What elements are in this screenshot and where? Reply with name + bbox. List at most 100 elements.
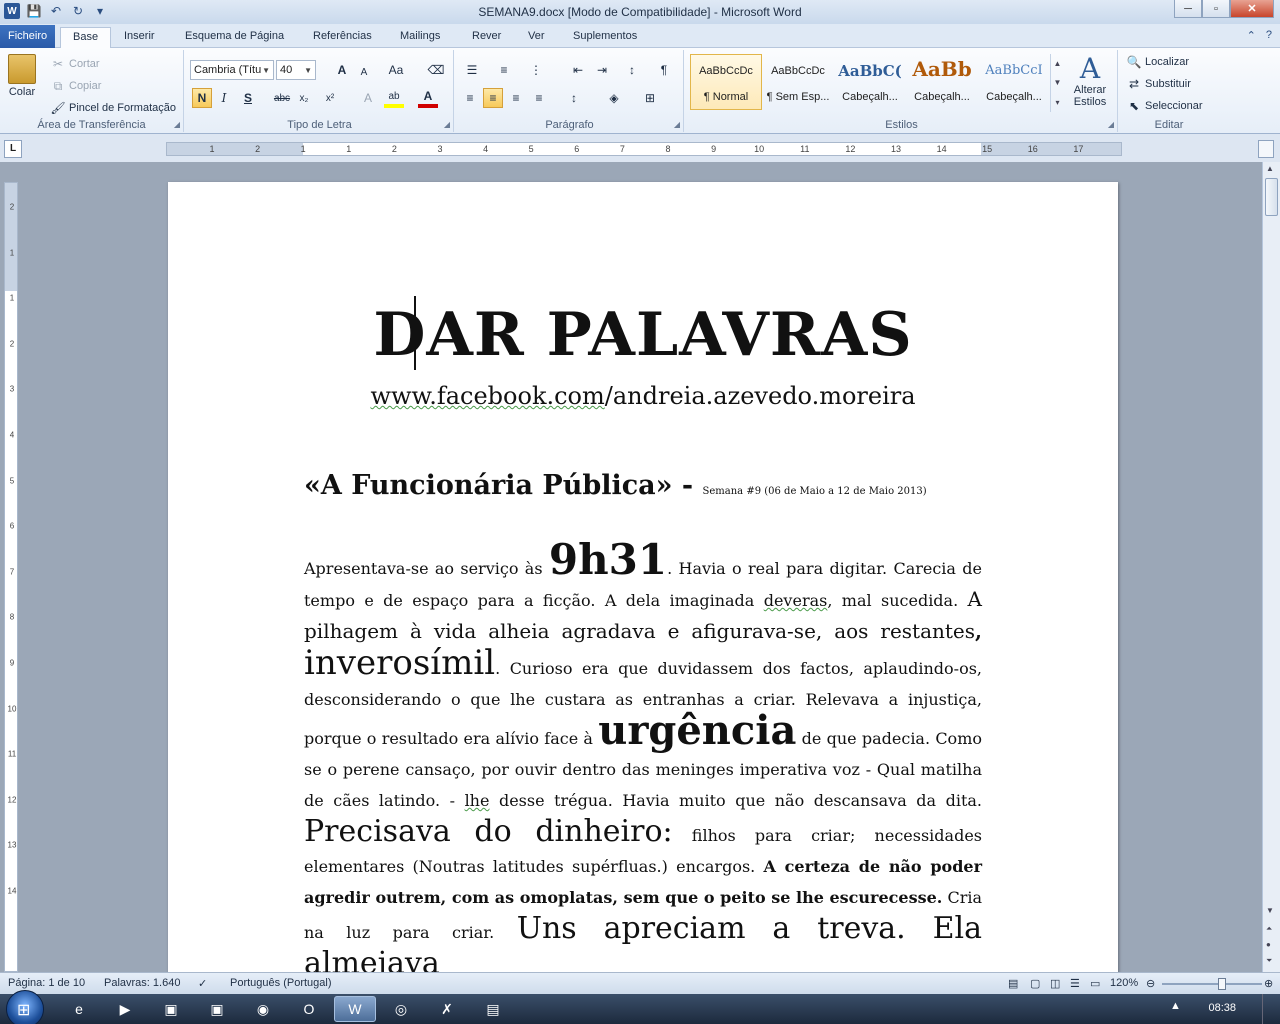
- tab-esquema[interactable]: Esquema de Página: [173, 27, 296, 48]
- horizontal-ruler[interactable]: 1 2 1 1 2 3 4 5 6 7 8 9 10 11 12 13 14 15 16 17: [166, 142, 1122, 156]
- tab-selector-button[interactable]: L: [4, 140, 22, 158]
- body-paragraph[interactable]: Apresentava-se ao serviço às 9h31. Havia…: [304, 539, 982, 973]
- tab-inserir[interactable]: Inserir: [112, 27, 167, 48]
- replace-button[interactable]: ⇄ Substituir: [1126, 76, 1191, 92]
- style-normal[interactable]: AaBbCcDc ¶ Normal: [690, 54, 762, 110]
- font-launcher-icon[interactable]: ◢: [444, 120, 450, 129]
- minimize-ribbon-icon[interactable]: ⌃: [1247, 29, 1256, 42]
- paste-button[interactable]: Colar: [8, 54, 36, 98]
- close-button[interactable]: ✕: [1230, 0, 1274, 18]
- copy-button[interactable]: ⧉ Copiar: [50, 78, 102, 94]
- pdf-editor-icon[interactable]: ▣: [196, 996, 238, 1022]
- bullets-icon[interactable]: ☰: [462, 60, 482, 80]
- cut-button[interactable]: ✂ Cortar: [50, 56, 100, 72]
- ie-icon[interactable]: e: [58, 996, 100, 1022]
- scroll-thumb[interactable]: [1265, 178, 1278, 216]
- change-styles-button[interactable]: A Alterar Estilos: [1068, 54, 1112, 109]
- tab-ficheiro[interactable]: Ficheiro: [0, 25, 56, 48]
- font-color-button[interactable]: A: [418, 88, 438, 108]
- web-layout-icon[interactable]: ◫: [1050, 977, 1060, 990]
- pdf-icon[interactable]: ▣: [150, 996, 192, 1022]
- outlook-icon[interactable]: O: [288, 996, 330, 1022]
- italic-button[interactable]: I: [214, 88, 234, 108]
- zoom-out-icon[interactable]: ⊖: [1146, 977, 1155, 990]
- align-right-icon[interactable]: ≡: [506, 88, 526, 108]
- numbering-icon[interactable]: ≡: [494, 60, 514, 80]
- sort-icon[interactable]: ↕: [622, 60, 642, 80]
- tab-base[interactable]: Base: [60, 27, 112, 48]
- more-icon[interactable]: ▾: [1055, 98, 1059, 107]
- page-count[interactable]: Página: 1 de 10: [8, 977, 85, 989]
- justify-icon[interactable]: ≡: [529, 88, 549, 108]
- superscript-button[interactable]: x²: [320, 88, 340, 108]
- explorer-icon[interactable]: ▤: [472, 996, 514, 1022]
- tab-ver[interactable]: Ver: [516, 27, 557, 48]
- subscript-button[interactable]: x₂: [294, 88, 314, 108]
- increase-indent-icon[interactable]: ⇥: [592, 60, 612, 80]
- zoom-level[interactable]: 120%: [1110, 977, 1138, 989]
- style-heading-2[interactable]: AaBb Cabeçalh...: [906, 54, 978, 110]
- multilevel-list-icon[interactable]: ⋮: [526, 60, 546, 80]
- zoom-slider[interactable]: [1162, 983, 1262, 985]
- change-case-button[interactable]: Aa: [386, 60, 406, 80]
- scroll-down-icon[interactable]: ▼: [1266, 906, 1274, 915]
- bold-button[interactable]: N: [192, 88, 212, 108]
- proofing-icon[interactable]: ✓: [198, 977, 207, 990]
- borders-icon[interactable]: ⊞: [640, 88, 660, 108]
- tab-rever[interactable]: Rever: [460, 27, 513, 48]
- shading-icon[interactable]: ◈: [604, 88, 624, 108]
- firefox-icon[interactable]: ◉: [242, 996, 284, 1022]
- tray-arrow-icon[interactable]: ▲: [1170, 1000, 1181, 1012]
- text-effects-icon[interactable]: A: [358, 88, 378, 108]
- format-painter-button[interactable]: 🖌 Pincel de Formatação: [50, 100, 176, 116]
- full-screen-icon[interactable]: ▢: [1030, 977, 1040, 990]
- decrease-indent-icon[interactable]: ⇤: [568, 60, 588, 80]
- document-page[interactable]: DAR PALAVRAS www.facebook.com/andreia.az…: [168, 182, 1118, 972]
- chrome-icon[interactable]: ◎: [380, 996, 422, 1022]
- zoom-in-icon[interactable]: ⊕: [1264, 977, 1273, 990]
- word-taskbar-icon[interactable]: W: [334, 996, 376, 1022]
- select-button[interactable]: ⬉ Seleccionar: [1126, 98, 1203, 114]
- language-indicator[interactable]: Português (Portugal): [230, 977, 332, 989]
- next-page-icon[interactable]: ⏷: [1266, 956, 1272, 966]
- view-ruler-icon[interactable]: [1258, 140, 1274, 158]
- help-icon[interactable]: ?: [1266, 29, 1272, 42]
- style-heading-1[interactable]: AaBbC( Cabeçalh...: [834, 54, 906, 110]
- paragraph-launcher-icon[interactable]: ◢: [674, 120, 680, 129]
- strikethrough-button[interactable]: abc: [272, 88, 292, 108]
- font-name-combo[interactable]: Cambria (Títu ▼: [190, 60, 274, 80]
- media-player-icon[interactable]: ▶: [104, 996, 146, 1022]
- line-spacing-icon[interactable]: ↕: [564, 88, 584, 108]
- align-left-icon[interactable]: ≡: [460, 88, 480, 108]
- document-heading[interactable]: «A Funcionária Pública» - Semana #9 (06 …: [304, 470, 927, 501]
- zoom-slider-knob[interactable]: [1218, 978, 1226, 990]
- find-button[interactable]: 🔍 Localizar: [1126, 54, 1190, 70]
- tab-suplementos[interactable]: Suplementos: [561, 27, 649, 48]
- maximize-button[interactable]: ▫: [1202, 0, 1230, 18]
- highlight-button[interactable]: ab: [384, 88, 404, 108]
- show-desktop-button[interactable]: [1262, 994, 1276, 1024]
- font-size-combo[interactable]: 40 ▼: [276, 60, 316, 80]
- vertical-ruler[interactable]: 2 1 1 2 3 4 5 6 7 8 9 10 11 12 13 14: [4, 182, 18, 972]
- acrobat-icon[interactable]: ✗: [426, 996, 468, 1022]
- grow-font-button[interactable]: A: [332, 60, 352, 80]
- underline-button[interactable]: S: [238, 88, 258, 108]
- minimize-button[interactable]: ─: [1174, 0, 1202, 18]
- clipboard-launcher-icon[interactable]: ◢: [174, 120, 180, 129]
- scroll-up-icon[interactable]: ▲: [1266, 164, 1274, 173]
- tab-referencias[interactable]: Referências: [301, 27, 384, 48]
- draft-icon[interactable]: ▭: [1090, 977, 1100, 990]
- chevron-down-icon[interactable]: ▼: [1054, 78, 1062, 87]
- styles-scroll[interactable]: ▲ ▼ ▾: [1050, 54, 1064, 112]
- prev-page-icon[interactable]: ⏶: [1266, 924, 1272, 934]
- style-heading-3[interactable]: AaBbCcI Cabeçalh...: [978, 54, 1050, 110]
- word-count[interactable]: Palavras: 1.640: [104, 977, 180, 989]
- browse-object-icon[interactable]: ●: [1266, 940, 1271, 949]
- style-no-spacing[interactable]: AaBbCcDc ¶ Sem Esp...: [762, 54, 834, 110]
- show-marks-button[interactable]: ¶: [654, 60, 674, 80]
- align-center-icon[interactable]: ≡: [483, 88, 503, 108]
- tab-mailings[interactable]: Mailings: [388, 27, 452, 48]
- outline-icon[interactable]: ☰: [1070, 977, 1080, 990]
- document-url[interactable]: www.facebook.com/andreia.azevedo.moreira: [168, 382, 1118, 410]
- shrink-font-button[interactable]: A: [354, 62, 374, 82]
